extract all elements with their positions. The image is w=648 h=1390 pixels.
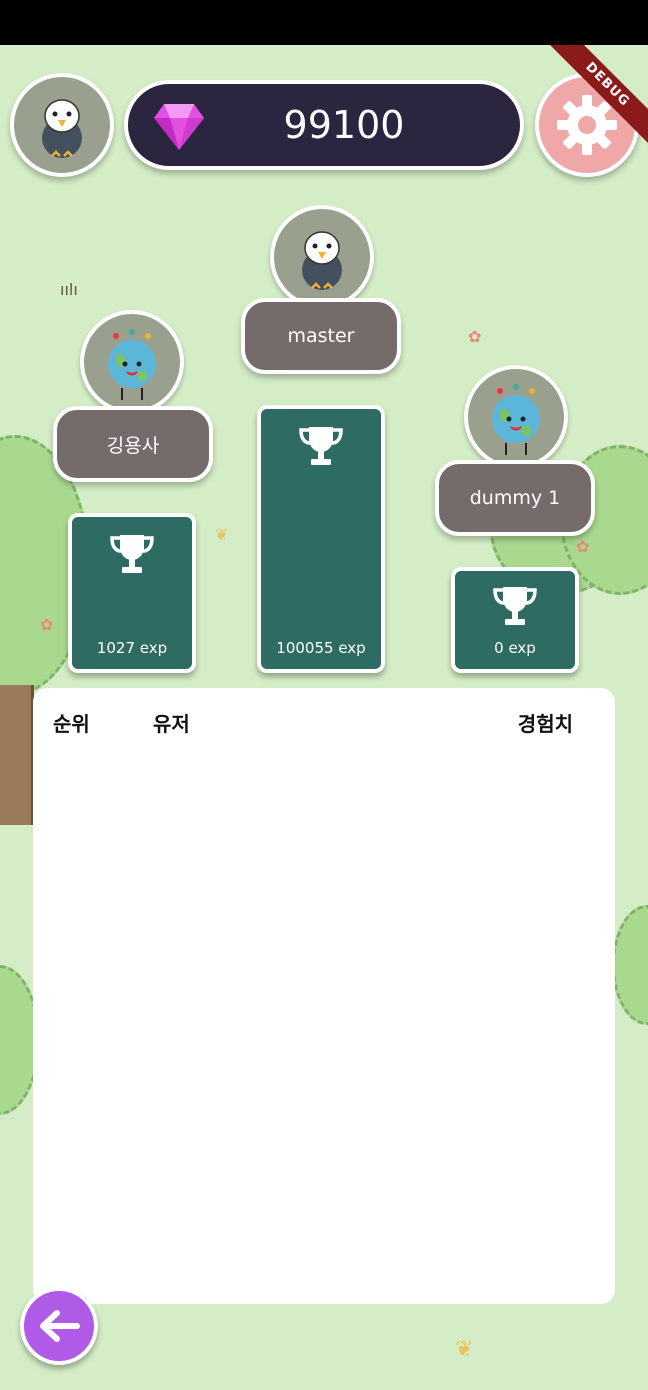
back-button[interactable] <box>20 1287 98 1365</box>
eagle-avatar-icon <box>302 231 342 290</box>
butterfly-icon: ❦ <box>215 525 229 544</box>
second-place-podium: 1027 exp <box>68 513 196 673</box>
first-place-exp: 100055 exp <box>276 639 366 657</box>
second-place-name: 깅용사 <box>53 406 213 482</box>
rank-column-header: 순위 <box>53 712 90 736</box>
gem-balance-bar: 99100 <box>124 80 524 170</box>
gem-count: 99100 <box>283 103 405 147</box>
profile-avatar-button[interactable] <box>10 73 114 177</box>
debug-banner: DEBUG <box>538 45 648 154</box>
earth-avatar-icon <box>492 384 540 455</box>
second-place-avatar <box>80 310 184 414</box>
user-column-header: 유저 <box>153 712 190 736</box>
exp-column-header: 경험치 <box>517 712 573 736</box>
status-bar <box>0 0 648 45</box>
trophy-icon <box>110 535 154 573</box>
flower-icon: ✿ <box>468 327 482 346</box>
second-place-exp: 1027 exp <box>96 639 168 657</box>
third-place-podium: 0 exp <box>451 567 579 673</box>
flower-icon: ✿ <box>576 537 590 556</box>
grass-tuft-icon: ıılı <box>60 280 78 299</box>
right-bush-lower <box>612 905 648 1025</box>
eagle-avatar-icon <box>42 99 82 158</box>
trophy-icon <box>493 587 537 625</box>
butterfly-icon: ❦ <box>455 1337 474 1362</box>
first-place-podium: 100055 exp <box>257 405 385 673</box>
ranking-table[interactable]: 순위 유저 경험치 <box>33 688 615 1304</box>
trophy-icon <box>299 427 343 465</box>
first-place-avatar <box>270 205 374 309</box>
debug-banner-clip: DEBUG <box>538 45 648 155</box>
arrow-left-icon <box>40 1310 80 1342</box>
earth-avatar-icon <box>108 329 156 400</box>
third-place-exp: 0 exp <box>494 639 536 657</box>
first-place-name: master <box>241 298 401 374</box>
third-place-name: dummy 1 <box>435 460 595 536</box>
flower-icon: ✿ <box>40 615 54 634</box>
left-tree-trunk <box>0 685 34 825</box>
third-place-avatar <box>464 365 568 469</box>
